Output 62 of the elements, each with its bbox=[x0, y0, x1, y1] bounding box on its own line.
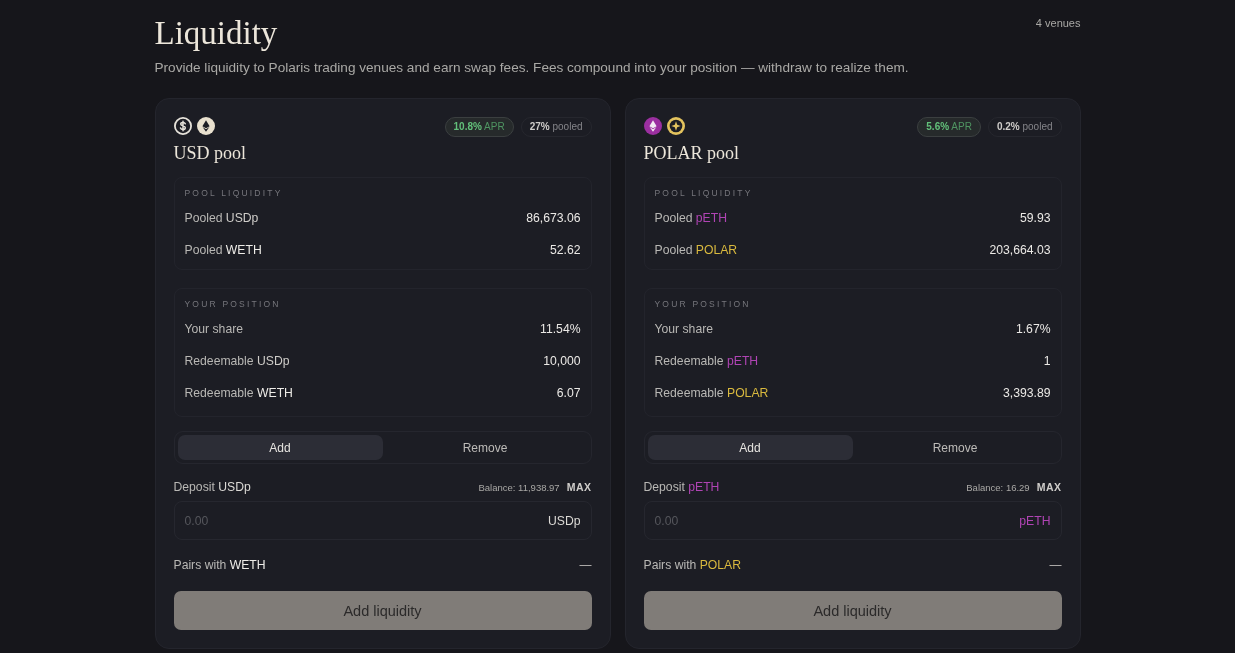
venue-count: 4 venues bbox=[1035, 16, 1081, 30]
unit-label: pETH bbox=[1019, 513, 1051, 528]
row-label: Pooled bbox=[654, 211, 693, 225]
amount-field[interactable]: 0.00 USDp bbox=[173, 501, 592, 540]
pair-amount: — bbox=[1049, 558, 1062, 572]
section-heading: YOUR POSITION bbox=[184, 298, 281, 310]
token-label: pETH bbox=[727, 354, 759, 368]
max-button[interactable]: MAX bbox=[566, 481, 592, 493]
deposit-label: Deposit bbox=[643, 480, 685, 494]
mode-tab[interactable]: Add bbox=[177, 435, 383, 460]
token-label: POLAR bbox=[727, 386, 769, 400]
pairs-label: Pairs with bbox=[173, 558, 227, 572]
row-value: 203,664.03 bbox=[989, 243, 1051, 257]
pool-title: POLAR pool bbox=[643, 143, 739, 163]
amount-input[interactable]: 0.00 bbox=[654, 513, 1020, 528]
row-value: 1 bbox=[1043, 354, 1051, 368]
token-label: pETH bbox=[688, 480, 720, 494]
token-label: WETH bbox=[257, 386, 293, 400]
mode-tab[interactable]: Remove bbox=[382, 435, 588, 460]
row-label: Your share bbox=[654, 322, 713, 336]
row-label: Redeemable bbox=[184, 354, 254, 368]
row-value: 86,673.06 bbox=[526, 211, 581, 225]
page-title: Liquidity bbox=[154, 14, 278, 52]
row-label: Pooled bbox=[184, 243, 223, 257]
page-description: Provide liquidity to Polaris trading venues and earn swap fees. Fees compound into your position — withdraw to realize them. bbox=[154, 59, 910, 77]
section-heading: YOUR POSITION bbox=[654, 298, 751, 310]
token-label: USDp bbox=[257, 354, 290, 368]
row-label: Your share bbox=[184, 322, 243, 336]
token-label: POLAR bbox=[699, 558, 742, 572]
max-button[interactable]: MAX bbox=[1036, 481, 1062, 493]
deposit-label: Deposit bbox=[173, 480, 215, 494]
pool-title: USD pool bbox=[173, 143, 246, 163]
unit-label: USDp bbox=[548, 513, 581, 528]
row-value: 1.67% bbox=[1015, 322, 1051, 336]
row-value: 52.62 bbox=[550, 243, 581, 257]
apr-badge: 10.8% APR bbox=[444, 117, 514, 137]
mode-tab[interactable]: Remove bbox=[852, 435, 1058, 460]
pair-amount: — bbox=[579, 558, 592, 572]
token-label: USDp bbox=[218, 480, 251, 494]
row-label: Pooled bbox=[184, 211, 223, 225]
pairs-label: Pairs with bbox=[643, 558, 697, 572]
token-label: pETH bbox=[695, 211, 727, 225]
section-heading: POOL LIQUIDITY bbox=[184, 187, 283, 199]
row-value: 3,393.89 bbox=[1003, 386, 1051, 400]
row-label: Redeemable bbox=[184, 386, 254, 400]
section-heading: POOL LIQUIDITY bbox=[654, 187, 753, 199]
row-label: Redeemable bbox=[654, 386, 724, 400]
balance-text: Balance: 16.29 bbox=[966, 481, 1030, 493]
apr-badge: 5.6% APR bbox=[917, 117, 981, 137]
token-label: USDp bbox=[225, 211, 259, 225]
row-value: 6.07 bbox=[556, 386, 581, 400]
row-value: 11.54% bbox=[540, 322, 581, 336]
token-label: WETH bbox=[225, 243, 262, 257]
token-label: POLAR bbox=[695, 243, 738, 257]
balance-text: Balance: 11,938.97 bbox=[478, 481, 560, 493]
row-label: Redeemable bbox=[654, 354, 724, 368]
row-value: 59.93 bbox=[1020, 211, 1051, 225]
token-label: WETH bbox=[229, 558, 266, 572]
row-value: 10,000 bbox=[543, 354, 581, 368]
amount-input[interactable]: 0.00 bbox=[184, 513, 548, 528]
mode-tab[interactable]: Add bbox=[647, 435, 853, 460]
row-label: Pooled bbox=[654, 243, 693, 257]
